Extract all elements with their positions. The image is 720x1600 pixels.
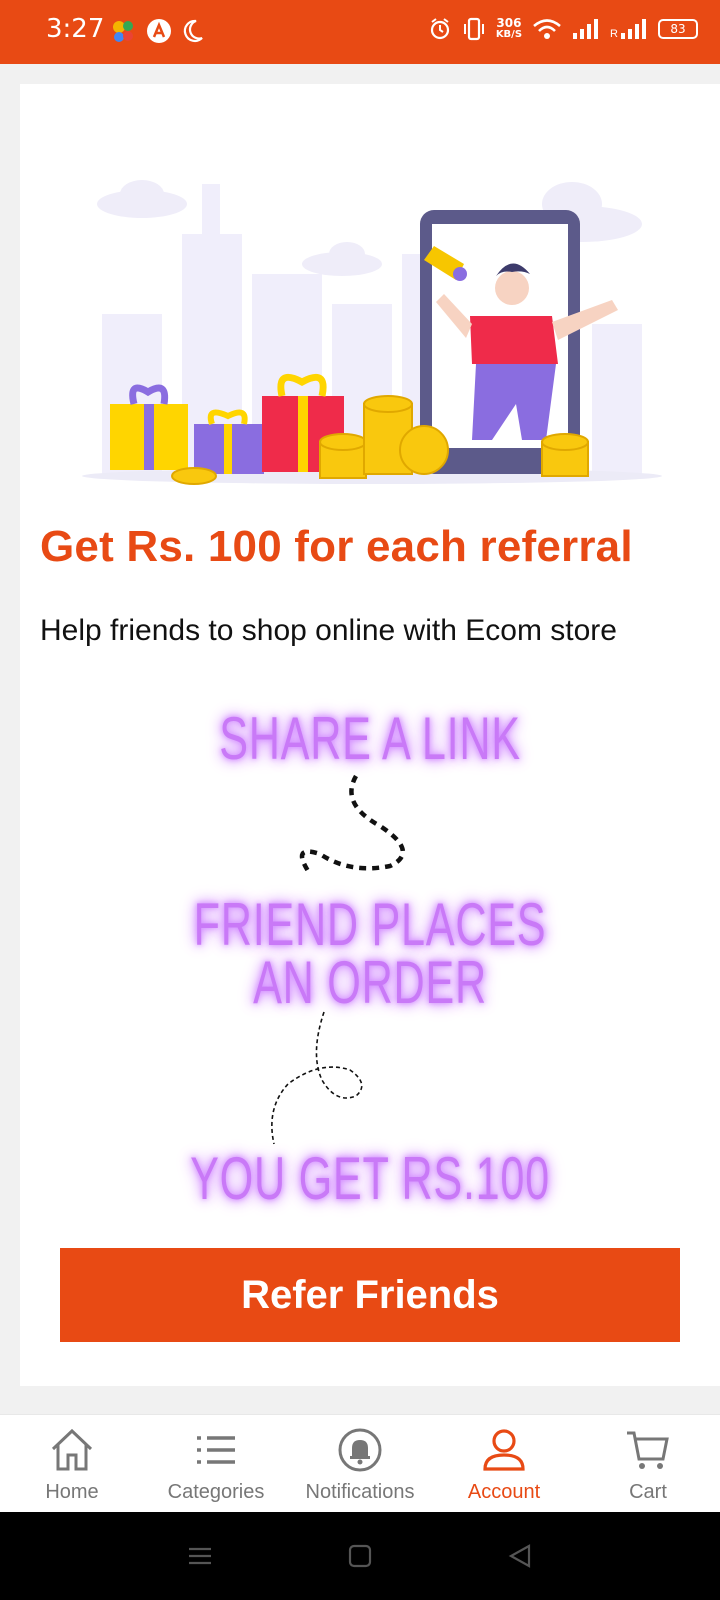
nav-categories[interactable]: Categories (144, 1415, 288, 1512)
app-notification-icon (113, 21, 133, 42)
home-square-icon[interactable] (345, 1541, 375, 1571)
home-icon (51, 1428, 93, 1471)
nav-home[interactable]: Home (0, 1415, 144, 1512)
net-speed: 306 KB/S (495, 16, 523, 40)
list-icon (197, 1436, 235, 1464)
menu-icon[interactable] (185, 1541, 215, 1571)
system-navigation-bar (0, 1512, 720, 1600)
vibrate-icon (463, 17, 484, 41)
nav-account-label: Account (467, 1481, 541, 1503)
step-friend-order-line1: FRIEND PLACES (193, 891, 547, 958)
step-you-get: YOU GET RS.100 (190, 1145, 550, 1212)
referral-subline: Help friends to shop online with Ecom st… (40, 614, 617, 647)
nav-cart[interactable]: Cart (576, 1415, 720, 1512)
user-icon (483, 1429, 525, 1471)
referral-illustration (82, 180, 662, 485)
bell-icon (338, 1428, 382, 1472)
refer-friends-button[interactable]: Refer Friends (60, 1248, 680, 1342)
battery-icon: 83 (658, 19, 698, 39)
nav-cart-label: Cart (629, 1481, 667, 1503)
back-icon[interactable] (505, 1541, 535, 1571)
cart-icon (627, 1431, 669, 1469)
signal-icon (573, 19, 599, 39)
bottom-navigation: Home Categories Notifications Account Ca… (0, 1414, 720, 1512)
nav-notifications-label: Notifications (305, 1481, 415, 1503)
step-friend-order: FRIEND PLACES AN ORDER (118, 891, 622, 1016)
step-share-link: SHARE A LINK (219, 705, 521, 772)
wifi-icon (533, 19, 561, 39)
status-time: 3:27 (46, 14, 105, 44)
a-badge-icon (147, 19, 171, 43)
referral-card: Get Rs. 100 for each referral Help frien… (20, 84, 720, 1386)
status-bar: 3:27 306 KB/S R 83 (0, 0, 720, 64)
roaming-indicator: R (610, 28, 618, 40)
signal-icon-2 (621, 19, 646, 39)
alarm-icon (430, 18, 449, 40)
nav-home-label: Home (45, 1481, 99, 1503)
nav-categories-label: Categories (167, 1481, 265, 1503)
nav-account[interactable]: Account (432, 1415, 576, 1512)
referral-headline: Get Rs. 100 for each referral (40, 522, 633, 571)
step-friend-order-line2: AN ORDER (253, 949, 487, 1016)
moon-icon (183, 19, 203, 43)
nav-notifications[interactable]: Notifications (288, 1415, 432, 1512)
